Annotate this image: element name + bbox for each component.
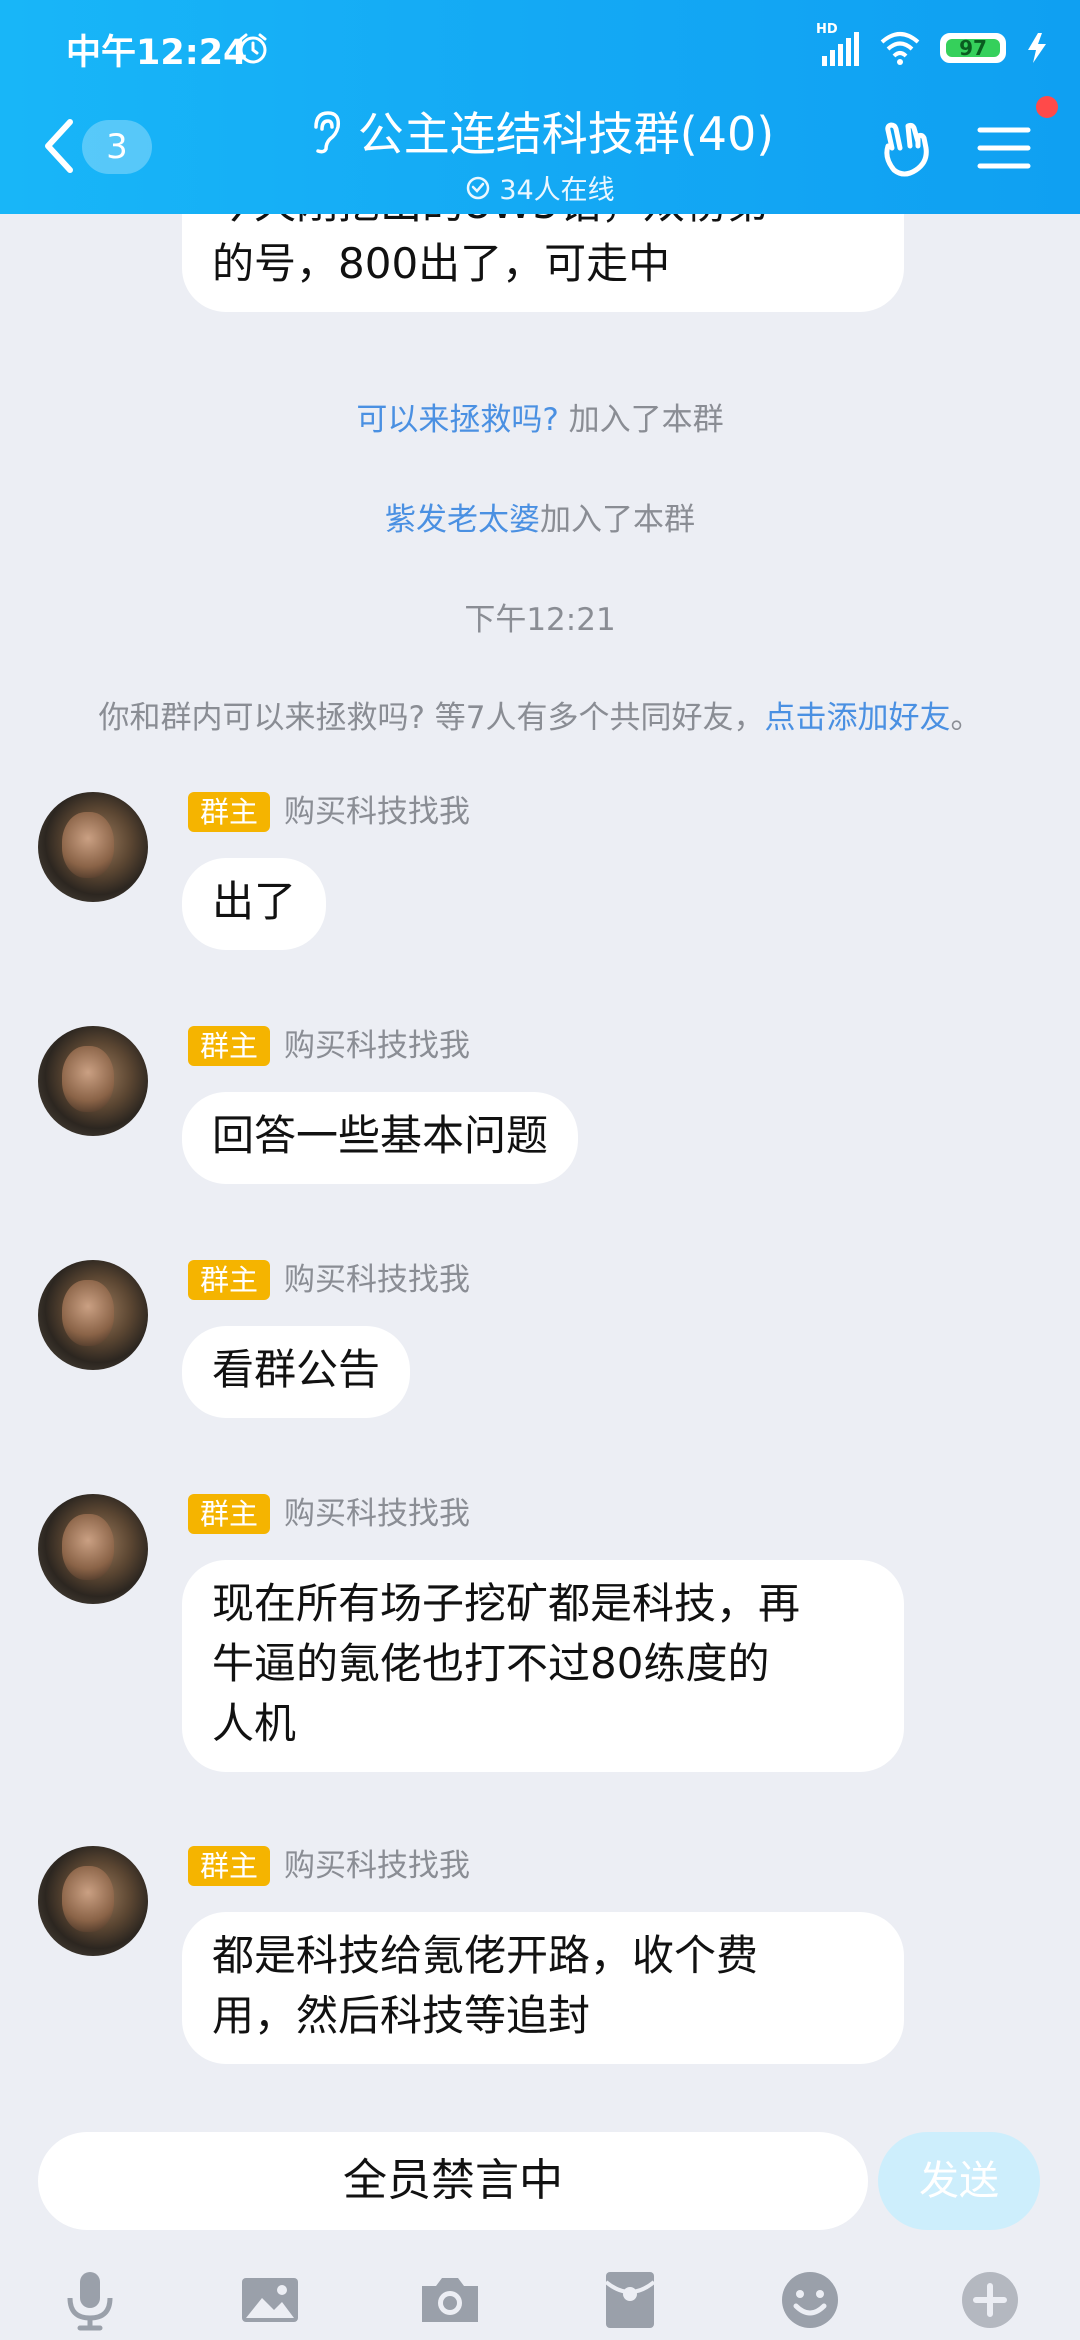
add-friend-link[interactable]: 点击添加好友 <box>765 700 951 736</box>
message-text-line: 用，然后科技等追封 <box>212 1991 591 2040</box>
common-friends-tip: 你和群内可以来拯救吗? 等7人有多个共同好友，点击添加好友。 <box>0 692 1080 737</box>
system-text: 加入了本群 <box>558 402 724 438</box>
send-button[interactable]: 发送 <box>878 2132 1040 2230</box>
battery-indicator: 97 <box>940 33 1006 63</box>
wifi-icon <box>880 32 920 65</box>
owner-badge: 群主 <box>188 792 271 832</box>
message-bubble[interactable]: 今天刚挖出的8W5钻，双榜第一 的号，800出了，可走中 <box>182 214 904 312</box>
sender-name: 购买科技找我 <box>284 1848 470 1884</box>
back-button[interactable]: 3 <box>40 112 160 182</box>
input-area: 全员禁言中 发送 <box>0 2118 1080 2340</box>
title-block[interactable]: 公主连结科技群(40) 34人在线 <box>270 98 810 207</box>
menu-icon[interactable] <box>976 116 1032 180</box>
avatar[interactable] <box>38 792 148 902</box>
sender-name: 购买科技找我 <box>284 794 470 830</box>
sender-name: 购买科技找我 <box>284 1028 470 1064</box>
avatar[interactable] <box>38 1494 148 1604</box>
system-join-message: 可以来拯救吗? 加入了本群 <box>0 394 1080 439</box>
timestamp: 下午12:21 <box>464 602 616 638</box>
system-text: 加入了本群 <box>540 502 695 538</box>
message-text: 出了 <box>212 877 297 926</box>
sender-name: 购买科技找我 <box>284 1262 470 1298</box>
message-bubble[interactable]: 回答一些基本问题 <box>182 1092 579 1184</box>
chat-area[interactable]: 今天刚挖出的8W5钻，双榜第一 的号，800出了，可走中 可以来拯救吗? 加入了… <box>0 214 1080 2118</box>
joined-user-link[interactable]: 可以来拯救吗? <box>356 402 558 438</box>
mic-icon[interactable] <box>58 2268 122 2332</box>
system-text: 你和群内可以来拯救吗? 等7人有多个共同好友， <box>98 700 765 736</box>
toolbar <box>0 2258 1080 2338</box>
owner-badge: 群主 <box>188 1260 271 1300</box>
message-bubble[interactable]: 出了 <box>182 858 327 950</box>
ear-icon <box>314 111 340 154</box>
message-text-line: 今天刚挖出的8W5钻，双榜第一 <box>212 214 874 234</box>
charging-icon <box>1028 33 1046 63</box>
camera-icon[interactable] <box>418 2268 482 2332</box>
message-text-line: 都是科技给氪佬开路，收个费 <box>212 1931 759 1980</box>
message-bubble[interactable]: 看群公告 <box>182 1326 411 1418</box>
message-text-line: 现在所有场子挖矿都是科技，再 <box>212 1579 801 1628</box>
status-time: 中午12:24 <box>66 33 248 73</box>
system-join-message: 紫发老太婆加入了本群 <box>0 494 1080 539</box>
message-text: 看群公告 <box>212 1345 381 1394</box>
image-icon[interactable] <box>238 2268 302 2332</box>
battery-level: 97 <box>959 36 987 60</box>
owner-badge: 群主 <box>188 1846 271 1886</box>
emoji-icon[interactable] <box>778 2268 842 2332</box>
message-text-line: 人机 <box>212 1699 297 1748</box>
red-packet-icon[interactable] <box>598 2268 662 2332</box>
online-count: 34人在线 <box>499 175 615 206</box>
chevron-left-icon <box>45 119 73 173</box>
joined-user-link[interactable]: 紫发老太婆 <box>385 502 540 538</box>
owner-badge: 群主 <box>188 1494 271 1534</box>
nav-bar: 3 公主连结科技群(40) 34人在线 <box>0 92 1080 214</box>
online-check-icon <box>467 176 490 199</box>
notification-dot <box>1036 96 1058 118</box>
avatar[interactable] <box>38 1026 148 1136</box>
avatar[interactable] <box>38 1260 148 1370</box>
alarm-icon <box>239 33 267 64</box>
message-bubble[interactable]: 现在所有场子挖矿都是科技，再 牛逼的氪佬也打不过80练度的 人机 <box>182 1560 904 1772</box>
message-text: 回答一些基本问题 <box>212 1111 549 1160</box>
hand-gesture-icon[interactable] <box>874 116 938 180</box>
message-input[interactable]: 全员禁言中 <box>38 2132 868 2230</box>
system-text: 。 <box>950 700 982 736</box>
signal-icon: HD <box>816 22 860 68</box>
message-text-line: 牛逼的氪佬也打不过80练度的 <box>212 1639 770 1688</box>
sender-name: 购买科技找我 <box>284 1496 470 1532</box>
message-text-line: 的号，800出了，可走中 <box>212 239 671 288</box>
status-bar: 中午12:24 HD 97 <box>0 0 1080 92</box>
avatar[interactable] <box>38 1846 148 1956</box>
owner-badge: 群主 <box>188 1026 271 1066</box>
header-bar: 中午12:24 HD 97 3 公主连结科技群(40) 34人在线 <box>0 0 1080 214</box>
plus-icon[interactable] <box>958 2268 1022 2332</box>
page-title: 公主连结科技群(40) <box>357 107 775 161</box>
message-bubble[interactable]: 都是科技给氪佬开路，收个费 用，然后科技等追封 <box>182 1912 904 2064</box>
unread-count: 3 <box>82 120 152 174</box>
status-icons: HD 97 <box>816 22 1050 70</box>
